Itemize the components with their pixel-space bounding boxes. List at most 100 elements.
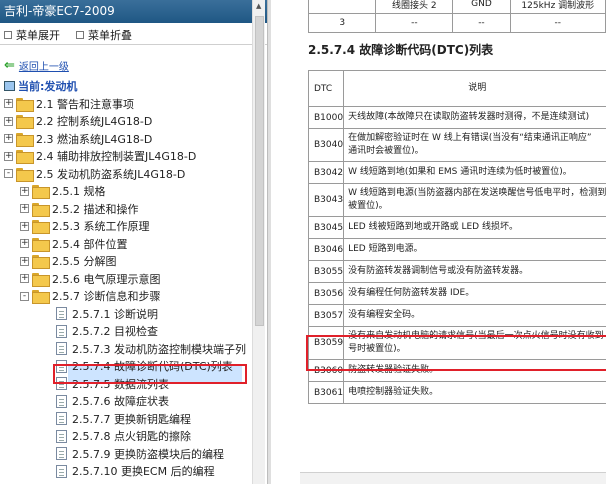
expand-toggle-icon[interactable]: +	[4, 134, 13, 143]
folder-icon	[16, 97, 34, 112]
pin-table-cell	[307, 0, 377, 14]
dtc-description-line: 被置位)。	[348, 201, 388, 211]
dtc-code: B3043	[307, 183, 345, 217]
tree-item[interactable]: +2.5.2 描述和操作	[20, 200, 139, 217]
back-arrow-icon: ⇐	[4, 57, 15, 73]
nav-scrollbar[interactable]: ▲	[252, 0, 265, 484]
tree-item[interactable]: +2.2 控制系统JL4G18-D	[4, 113, 152, 130]
tree-item-label: 2.2 控制系统JL4G18-D	[36, 115, 153, 128]
dtc-code: B3045	[307, 216, 345, 239]
tree-item[interactable]: 2.5.7.9 更换防盗模块后的编程	[38, 445, 224, 462]
content-panel: 线圈接头 2 GND 125kHz 调制波形 3 -- -- -- 2.5.7.4 故障诊断…	[272, 0, 606, 484]
document-icon	[56, 394, 67, 408]
dtc-row: B3057 没有编程安全码。	[307, 304, 606, 327]
dtc-row: B3055 没有防盗转发器调制信号或没有防盗转发器。	[307, 260, 606, 283]
pin-table-row: 线圈接头 2 GND 125kHz 调制波形	[307, 0, 606, 14]
tree-item-label: 2.5.7.6 故障症状表	[72, 395, 169, 408]
dtc-row: B3043 W 线短路到电源(当防盗器内部在发送唤醒信号低电平时，检测到 被置位)。	[307, 183, 606, 217]
dtc-code: B3057	[307, 304, 345, 327]
window-title: 吉利-帝豪EC7-2009	[0, 0, 269, 23]
tree-item[interactable]: 2.5.7.7 更换新钥匙编程	[38, 410, 191, 427]
tree-item-label: 2.5.4 部件位置	[52, 237, 128, 251]
selected-item-annotation-box	[53, 364, 247, 384]
expand-toggle-icon[interactable]: +	[4, 116, 13, 126]
expand-toggle-icon[interactable]: +	[20, 256, 29, 266]
dtc-code: B3061	[307, 381, 345, 404]
dtc-row: B3042 W 线短路到地(如果和 EMS 通讯时连续为低时被置位)。	[307, 161, 606, 184]
tree-item[interactable]: 2.5.7.1 诊断说明	[38, 305, 158, 322]
tree-item[interactable]: 2.5.7.10 更换ECM 后的编程	[38, 463, 215, 480]
expand-toggle-icon[interactable]: +	[20, 239, 29, 248]
tree-item-label: 2.5.1 规格	[52, 185, 106, 198]
menu-collapse-button[interactable]: 菜单折叠	[76, 27, 132, 43]
scroll-up-icon[interactable]: ▲	[256, 2, 261, 10]
tree-item[interactable]: 2.5.7.6 故障症状表	[38, 393, 169, 410]
dtc-row: B3056 没有编程任何防盗转发器 IDE。	[307, 282, 606, 305]
pin-table-fragment: 线圈接头 2 GND 125kHz 调制波形 3 -- -- --	[307, 0, 606, 33]
navigation-panel: 吉利-帝豪EC7-2009 菜单展开 菜单折叠 ⇐ 返回上一级 当前:发动机 +…	[0, 0, 269, 484]
dtc-description: LED 短路到电源。	[343, 238, 606, 261]
tree-item-label: 2.5.5 分解图	[52, 255, 117, 268]
back-link[interactable]: ⇐ 返回上一级	[4, 57, 69, 74]
pin-table-cell: 3	[307, 13, 377, 33]
folder-icon	[32, 202, 50, 217]
dtc-row: B3046 LED 短路到电源。	[307, 238, 606, 261]
tree-item-label: 2.5.7.2 目视检查	[72, 325, 158, 338]
pin-table-cell: --	[452, 13, 511, 33]
tree-item-label: 2.5.7.10 更换ECM 后的编程	[72, 465, 215, 478]
tree-item[interactable]: +2.1 警告和注意事项	[4, 95, 134, 112]
tree-item[interactable]: - 2.5 发动机防盗系统JL4G18-D	[4, 165, 185, 182]
dtc-description-line: W 线短路到地(如果和 EMS 通讯时连续为低时被置位)。	[348, 167, 572, 177]
dtc-description: W 线短路到电源(当防盗器内部在发送唤醒信号低电平时，检测到 被置位)。	[343, 183, 606, 217]
tree-item-label: 2.5.3 系统工作原理	[52, 220, 150, 233]
dtc-description: 没有防盗转发器调制信号或没有防盗转发器。	[343, 260, 606, 283]
collapse-toggle-icon[interactable]: -	[4, 169, 13, 178]
tree-item[interactable]: +2.4 辅助排放控制装置JL4G18-D	[4, 148, 196, 165]
tree-item-label: 2.1 警告和注意事项	[36, 97, 134, 111]
expand-toggle-icon[interactable]: +	[20, 204, 29, 213]
tree-item[interactable]: +2.5.5 分解图	[20, 253, 117, 270]
pin-table-cell: --	[509, 13, 606, 33]
panel-splitter[interactable]	[267, 0, 271, 484]
toolbar-divider	[0, 44, 269, 45]
dtc-column-header: DTC	[307, 70, 345, 107]
tree-item-label: 2.5.7.1 诊断说明	[72, 307, 158, 321]
expand-toggle-icon[interactable]: +	[20, 186, 29, 196]
tree-item[interactable]: +2.5.4 部件位置	[20, 235, 128, 252]
tree-item[interactable]: - 2.5.7 诊断信息和步骤	[20, 288, 161, 305]
dtc-row: B3061 电喷控制器验证失败。	[307, 381, 606, 404]
tree-item-label: 2.4 辅助排放控制装置JL4G18-D	[36, 150, 197, 163]
folder-icon	[32, 290, 50, 304]
menu-expand-label: 菜单展开	[16, 29, 60, 42]
tree-item[interactable]: +2.5.6 电气原理示意图	[20, 270, 161, 287]
tree-item[interactable]: 2.5.7.3 发动机防盗控制模块端子列	[38, 340, 246, 357]
tree-item[interactable]: 2.5.7.2 目视检查	[38, 323, 158, 340]
tree-item[interactable]: +2.3 燃油系统JL4G18-D	[4, 130, 152, 147]
tree-item[interactable]: 2.5.7.8 点火钥匙的擦除	[38, 428, 191, 445]
expand-icon	[4, 31, 12, 39]
folder-icon	[16, 115, 34, 129]
expand-toggle-icon[interactable]: +	[20, 274, 29, 283]
section-title: 2.5.7.4 故障诊断代码(DTC)列表	[308, 43, 494, 57]
collapse-toggle-icon[interactable]: -	[20, 291, 29, 301]
expand-toggle-icon[interactable]: +	[4, 99, 13, 108]
dtc-code: B1000	[307, 106, 345, 129]
dtc-code: B3040	[307, 128, 345, 162]
tree-item-label: 2.5.2 描述和操作	[52, 202, 139, 216]
collapse-icon	[76, 31, 84, 39]
tree-item[interactable]: +2.5.1 规格	[20, 183, 106, 200]
dtc-description-line: LED 短路到电源。	[348, 244, 423, 254]
expand-toggle-icon[interactable]: +	[20, 221, 29, 231]
current-location: 当前:发动机	[4, 78, 77, 94]
content-horizontal-scrollbar[interactable]	[300, 472, 606, 484]
highlighted-row-annotation-box	[306, 335, 606, 371]
tree-item[interactable]: +2.5.3 系统工作原理	[20, 218, 150, 235]
dtc-code: B3056	[307, 282, 345, 305]
pin-table-cell: 线圈接头 2	[375, 0, 454, 14]
dtc-table-header: DTC 说明	[307, 70, 606, 107]
menu-expand-button[interactable]: 菜单展开	[4, 27, 60, 43]
expand-toggle-icon[interactable]: +	[4, 151, 13, 161]
nav-scrollbar-thumb[interactable]	[255, 16, 264, 326]
dtc-description-line: 天线故障(本故障只在读取防盗转发器时测得，不是连续测试)	[348, 112, 590, 122]
document-icon	[56, 429, 67, 443]
